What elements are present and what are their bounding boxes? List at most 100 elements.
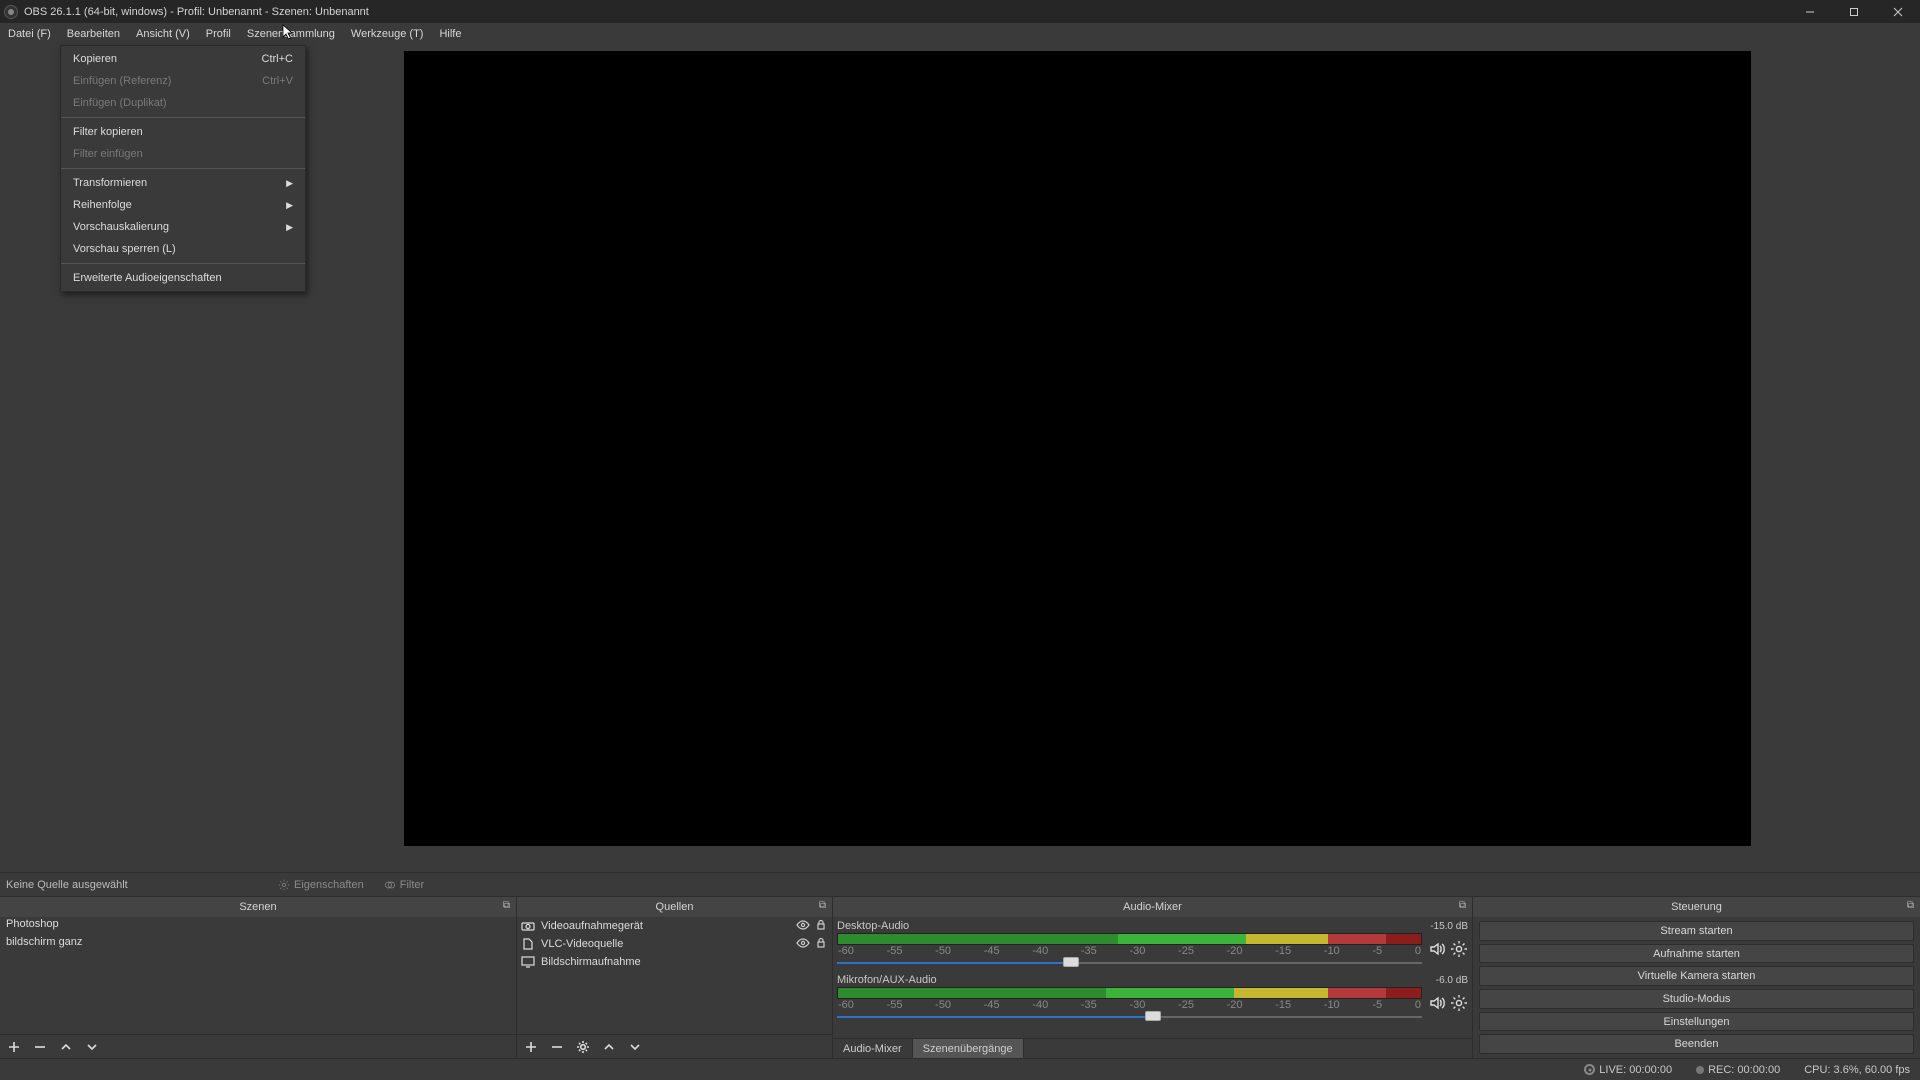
menu-bar: Datei (F) Bearbeiten Ansicht (V) Profil … — [0, 23, 1920, 45]
source-props-button[interactable] — [573, 1037, 593, 1057]
tab-transitions[interactable]: Szenenübergänge — [913, 1039, 1024, 1058]
popout-icon[interactable]: ⧉ — [503, 900, 510, 911]
window-title: OBS 26.1.1 (64-bit, windows) - Profil: U… — [24, 6, 369, 18]
chevron-right-icon: ▶ — [286, 178, 293, 189]
mixer-header[interactable]: Audio-Mixer ⧉ — [833, 897, 1472, 917]
tab-audio-mixer[interactable]: Audio-Mixer — [833, 1039, 913, 1058]
scene-item[interactable]: Photoshop — [0, 917, 516, 935]
source-item[interactable]: Videoaufnahmegerät — [517, 917, 832, 935]
source-item[interactable]: Bildschirmaufnahme — [517, 953, 832, 971]
selection-text: Keine Quelle ausgewählt — [6, 879, 266, 891]
source-item[interactable]: VLC-Videoquelle — [517, 935, 832, 953]
scenes-list[interactable]: Photoshop bildschirm ganz — [0, 917, 516, 1034]
maximize-button[interactable] — [1832, 0, 1876, 23]
volume-slider[interactable] — [837, 959, 1422, 967]
menu-hilfe[interactable]: Hilfe — [431, 23, 469, 45]
close-button[interactable] — [1876, 0, 1920, 23]
menu-ansicht[interactable]: Ansicht (V) — [128, 23, 198, 45]
level-meter — [837, 933, 1422, 945]
mute-button[interactable] — [1428, 994, 1446, 1015]
channel-db: -6.0 dB — [1436, 975, 1468, 986]
start-record-button[interactable]: Aufnahme starten — [1479, 944, 1914, 964]
source-label: Bildschirmaufnahme — [541, 956, 641, 968]
mixer-channel-desktop: Desktop-Audio -15.0 dB -60-55-50- — [837, 919, 1468, 967]
ctx-order-label: Reihenfolge — [73, 199, 132, 211]
lock-toggle[interactable] — [814, 919, 828, 934]
exit-button[interactable]: Beenden — [1479, 1034, 1914, 1054]
docks-row: Szenen ⧉ Photoshop bildschirm ganz Quell… — [0, 896, 1920, 1058]
scenes-header[interactable]: Szenen ⧉ — [0, 897, 516, 917]
add-scene-button[interactable] — [4, 1037, 24, 1057]
menu-werkzeuge[interactable]: Werkzeuge (T) — [343, 23, 432, 45]
volume-slider[interactable] — [837, 1013, 1422, 1021]
studio-mode-button[interactable]: Studio-Modus — [1479, 989, 1914, 1009]
gear-icon — [278, 879, 290, 891]
channel-settings-button[interactable] — [1450, 994, 1468, 1015]
controls-dock: Steuerung ⧉ Stream starten Aufnahme star… — [1472, 897, 1920, 1058]
add-source-button[interactable] — [521, 1037, 541, 1057]
sources-list[interactable]: Videoaufnahmegerät VLC-Videoquelle Bilds… — [517, 917, 832, 1034]
menu-profil[interactable]: Profil — [198, 23, 239, 45]
controls-title: Steuerung — [1671, 901, 1722, 913]
remove-source-button[interactable] — [547, 1037, 567, 1057]
status-cpu: CPU: 3.6%, 60.00 fps — [1804, 1064, 1910, 1076]
status-live: LIVE: 00:00:00 — [1584, 1064, 1672, 1076]
chevron-right-icon: ▶ — [286, 200, 293, 211]
menu-szenensammlung[interactable]: Szenensammlung — [239, 23, 343, 45]
controls-body: Stream starten Aufnahme starten Virtuell… — [1473, 917, 1920, 1058]
monitor-icon — [521, 956, 535, 968]
menu-bearbeiten[interactable]: Bearbeiten — [59, 23, 128, 45]
properties-label: Eigenschaften — [294, 879, 364, 891]
remove-scene-button[interactable] — [30, 1037, 50, 1057]
context-menu: Kopieren Ctrl+C Einfügen (Referenz) Ctrl… — [60, 45, 306, 292]
scene-up-button[interactable] — [56, 1037, 76, 1057]
channel-db: -15.0 dB — [1430, 921, 1468, 932]
ctx-lock-label: Vorschau sperren (L) — [73, 243, 176, 255]
lock-toggle[interactable] — [814, 937, 828, 952]
sources-title: Quellen — [656, 901, 694, 913]
ctx-copy-shortcut: Ctrl+C — [262, 53, 293, 65]
source-down-button[interactable] — [625, 1037, 645, 1057]
visibility-toggle[interactable] — [796, 919, 810, 934]
separator — [61, 117, 305, 118]
ctx-lock[interactable]: Vorschau sperren (L) — [61, 238, 305, 260]
start-virtual-cam-button[interactable]: Virtuelle Kamera starten — [1479, 966, 1914, 986]
start-stream-button[interactable]: Stream starten — [1479, 921, 1914, 941]
ctx-paste-ref-shortcut: Ctrl+V — [262, 75, 293, 87]
channel-settings-button[interactable] — [1450, 940, 1468, 961]
ctx-adv-audio[interactable]: Erweiterte Audioeigenschaften — [61, 267, 305, 289]
ctx-paste-ref-label: Einfügen (Referenz) — [73, 75, 171, 87]
popout-icon[interactable]: ⧉ — [1907, 900, 1914, 911]
sources-header[interactable]: Quellen ⧉ — [517, 897, 832, 917]
ctx-transform[interactable]: Transformieren ▶ — [61, 172, 305, 194]
status-rec: REC: 00:00:00 — [1696, 1064, 1780, 1076]
scenes-dock: Szenen ⧉ Photoshop bildschirm ganz — [0, 897, 516, 1058]
sources-dock: Quellen ⧉ Videoaufnahmegerät VLC-Videoqu… — [516, 897, 832, 1058]
properties-button: Eigenschaften — [270, 877, 372, 893]
ctx-scale-label: Vorschauskalierung — [73, 221, 169, 233]
sources-toolbar — [517, 1034, 832, 1058]
ctx-paste-ref: Einfügen (Referenz) Ctrl+V — [61, 70, 305, 92]
source-up-button[interactable] — [599, 1037, 619, 1057]
filter-icon — [384, 879, 396, 891]
mixer-channel-mic: Mikrofon/AUX-Audio -6.0 dB -60-55 — [837, 973, 1468, 1021]
menu-datei[interactable]: Datei (F) — [0, 23, 59, 45]
popout-icon[interactable]: ⧉ — [819, 900, 826, 911]
ctx-order[interactable]: Reihenfolge ▶ — [61, 194, 305, 216]
ctx-copy[interactable]: Kopieren Ctrl+C — [61, 48, 305, 70]
chevron-right-icon: ▶ — [286, 222, 293, 233]
visibility-toggle[interactable] — [796, 937, 810, 952]
preview-canvas[interactable] — [404, 51, 1751, 846]
ctx-scale[interactable]: Vorschauskalierung ▶ — [61, 216, 305, 238]
popout-icon[interactable]: ⧉ — [1459, 900, 1466, 911]
scene-item[interactable]: bildschirm ganz — [0, 935, 516, 953]
ctx-paste-dup-label: Einfügen (Duplikat) — [73, 97, 167, 109]
ctx-filter-copy[interactable]: Filter kopieren — [61, 121, 305, 143]
ctx-copy-label: Kopieren — [73, 53, 117, 65]
minimize-button[interactable] — [1788, 0, 1832, 23]
ctx-filter-paste-label: Filter einfügen — [73, 148, 143, 160]
settings-button[interactable]: Einstellungen — [1479, 1012, 1914, 1032]
mute-button[interactable] — [1428, 940, 1446, 961]
controls-header[interactable]: Steuerung ⧉ — [1473, 897, 1920, 917]
scene-down-button[interactable] — [82, 1037, 102, 1057]
